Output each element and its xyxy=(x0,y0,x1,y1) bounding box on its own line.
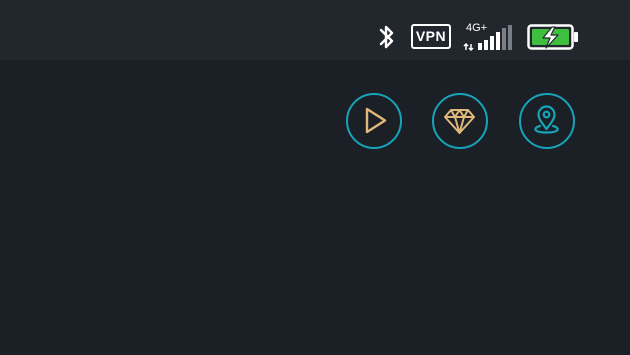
vpn-badge: VPN xyxy=(411,24,451,49)
cellular-signal-icon xyxy=(463,25,512,51)
play-icon xyxy=(365,107,387,134)
premium-button[interactable] xyxy=(432,93,488,149)
location-pin-icon xyxy=(534,105,559,134)
play-button[interactable] xyxy=(346,93,402,149)
location-button[interactable] xyxy=(519,93,575,149)
diamond-icon xyxy=(444,109,475,134)
bluetooth-icon xyxy=(379,25,394,49)
battery-charging-icon xyxy=(527,24,578,50)
home-screen: VPN 4G+ xyxy=(0,0,630,355)
status-bar: VPN 4G+ xyxy=(0,0,630,60)
